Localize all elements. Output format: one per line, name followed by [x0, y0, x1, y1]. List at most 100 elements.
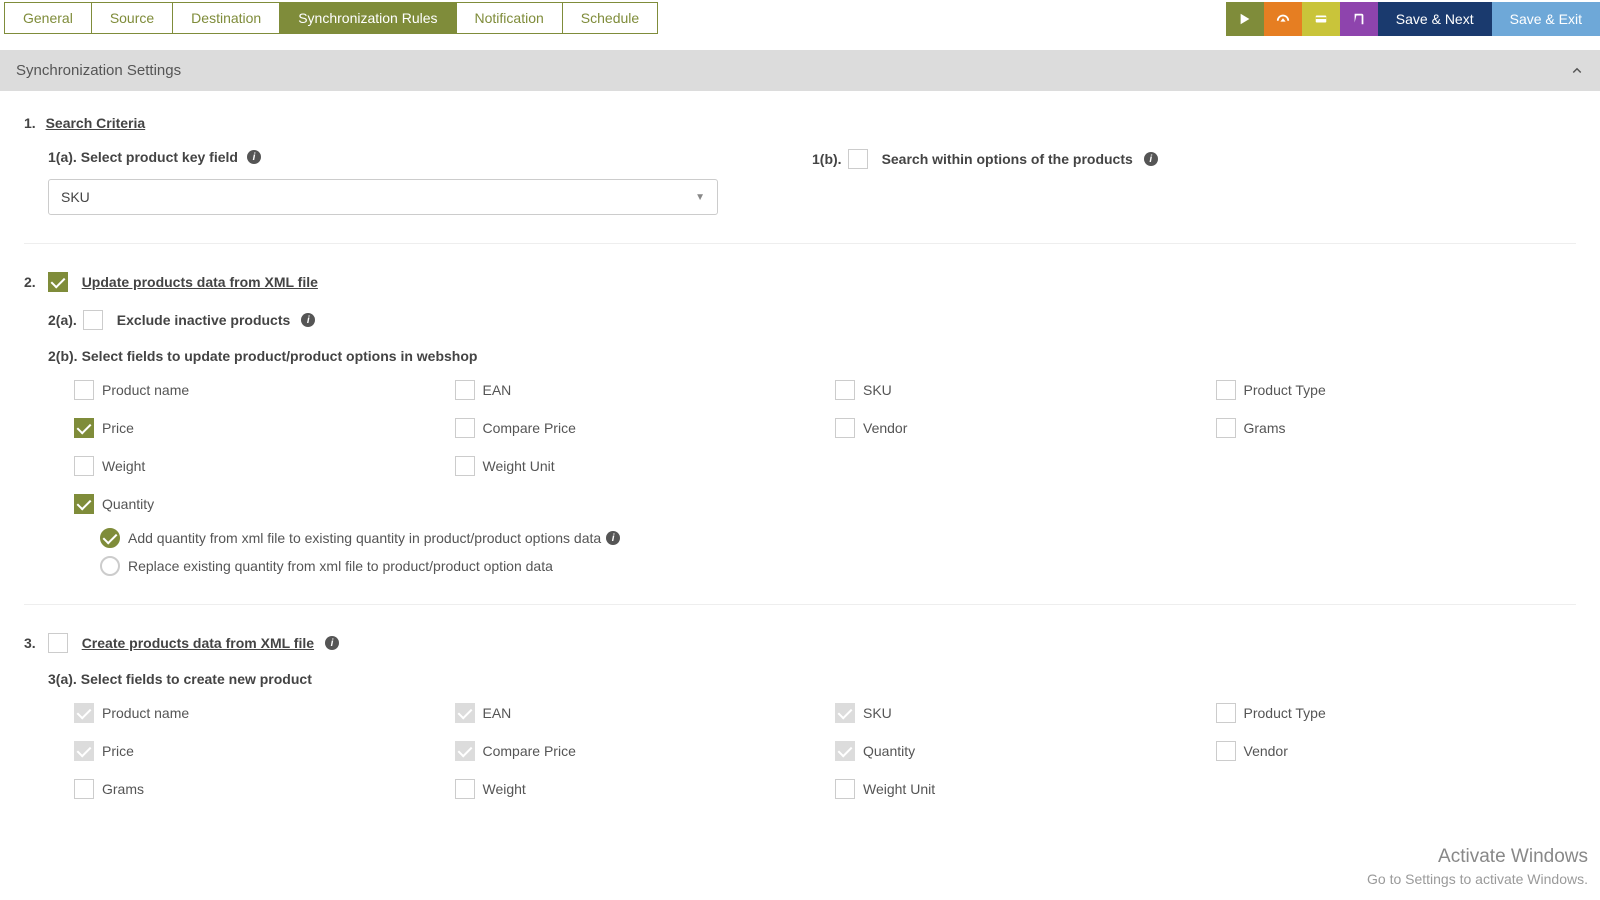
info-icon[interactable]: i — [1144, 152, 1158, 166]
topbar: General Source Destination Synchronizati… — [0, 0, 1600, 36]
play-button[interactable] — [1226, 2, 1264, 36]
lbl-sku: SKU — [863, 382, 892, 398]
chevron-up-icon[interactable] — [1570, 64, 1584, 78]
cb3-ean — [455, 703, 475, 723]
info-icon[interactable]: i — [247, 150, 261, 164]
cb3-weight[interactable] — [455, 779, 475, 799]
lbl-compare-price: Compare Price — [483, 420, 576, 436]
cb-weight-unit[interactable] — [455, 456, 475, 476]
cb3-product-name — [74, 703, 94, 723]
cb3-product-type[interactable] — [1216, 703, 1236, 723]
cb-quantity[interactable] — [74, 494, 94, 514]
sec1b-prefix: 1(b). — [812, 151, 842, 167]
exclude-inactive-checkbox[interactable] — [83, 310, 103, 330]
search-within-options-checkbox[interactable] — [848, 149, 868, 169]
create-products-checkbox[interactable] — [48, 633, 68, 653]
sec2b-prefix: 2(b). — [48, 348, 78, 364]
section-1a: 1(a). Select product key field i SKU ▼ — [48, 149, 812, 215]
radio-replace-label: Replace existing quantity from xml file … — [128, 558, 553, 574]
lbl3-weight-unit: Weight Unit — [863, 781, 935, 797]
watermark-title: Activate Windows — [1367, 844, 1588, 871]
section-1-title[interactable]: Search Criteria — [46, 115, 146, 131]
sec1a-label: Select product key field — [81, 149, 238, 165]
cb-compare-price[interactable] — [455, 418, 475, 438]
lbl-price: Price — [102, 420, 134, 436]
lbl-quantity: Quantity — [102, 496, 154, 512]
cb3-sku — [835, 703, 855, 723]
cb3-price — [74, 741, 94, 761]
section-2-heading: 2. Update products data from XML file — [24, 272, 1576, 292]
sec2a-label: Exclude inactive products — [117, 312, 291, 328]
lbl3-compare-price: Compare Price — [483, 743, 576, 759]
dashboard-button[interactable] — [1264, 2, 1302, 36]
info-icon[interactable]: i — [301, 313, 315, 327]
section-3a-fields: Product name EAN SKU Product Type Price … — [24, 703, 1576, 799]
lbl3-price: Price — [102, 743, 134, 759]
section-3-num: 3. — [24, 635, 36, 651]
lbl-grams: Grams — [1244, 420, 1286, 436]
save-next-button[interactable]: Save & Next — [1378, 2, 1492, 36]
sec3a-label: Select fields to create new product — [81, 671, 312, 687]
lbl-vendor: Vendor — [863, 420, 907, 436]
cb3-weight-unit[interactable] — [835, 779, 855, 799]
book-icon — [1352, 12, 1366, 26]
info-icon[interactable]: i — [606, 531, 620, 545]
lbl3-weight: Weight — [483, 781, 526, 797]
cb-price[interactable] — [74, 418, 94, 438]
sec3a-prefix: 3(a). — [48, 671, 77, 687]
quantity-radios: Add quantity from xml file to existing q… — [24, 528, 1576, 576]
watermark-sub: Go to Settings to activate Windows. — [1367, 870, 1588, 890]
tab-sync-rules[interactable]: Synchronization Rules — [279, 2, 456, 34]
section-2-num: 2. — [24, 274, 36, 290]
cb-grams[interactable] — [1216, 418, 1236, 438]
section-3-title[interactable]: Create products data from XML file — [82, 635, 314, 651]
lbl-weight: Weight — [102, 458, 145, 474]
cb3-grams[interactable] — [74, 779, 94, 799]
update-products-checkbox[interactable] — [48, 272, 68, 292]
section-2-title[interactable]: Update products data from XML file — [82, 274, 318, 290]
gauge-icon — [1276, 12, 1290, 26]
panel-title: Synchronization Settings — [16, 62, 181, 79]
info-icon[interactable]: i — [325, 636, 339, 650]
panel-header[interactable]: Synchronization Settings — [0, 50, 1600, 91]
section-3-heading: 3. Create products data from XML file i — [24, 633, 1576, 653]
card-icon — [1314, 12, 1328, 26]
lbl3-product-name: Product name — [102, 705, 189, 721]
tabs: General Source Destination Synchronizati… — [4, 2, 658, 34]
cb-product-type[interactable] — [1216, 380, 1236, 400]
card-button[interactable] — [1302, 2, 1340, 36]
radio-add-label: Add quantity from xml file to existing q… — [128, 530, 601, 546]
cb-sku[interactable] — [835, 380, 855, 400]
section-2b-fields: Product name EAN SKU Product Type Price … — [24, 380, 1576, 514]
lbl-weight-unit: Weight Unit — [483, 458, 555, 474]
save-exit-button[interactable]: Save & Exit — [1492, 2, 1600, 36]
tab-general[interactable]: General — [4, 2, 92, 34]
radio-replace-quantity[interactable] — [100, 556, 120, 576]
sec2a-prefix: 2(a). — [48, 312, 77, 328]
product-key-select[interactable]: SKU ▼ — [48, 179, 718, 215]
chevron-down-icon: ▼ — [695, 192, 705, 203]
lbl3-ean: EAN — [483, 705, 512, 721]
cb-product-name[interactable] — [74, 380, 94, 400]
section-2a: 2(a). Exclude inactive products i — [24, 310, 1576, 330]
section-1-heading: 1. Search Criteria — [24, 115, 1576, 131]
cb-weight[interactable] — [74, 456, 94, 476]
lbl3-grams: Grams — [102, 781, 144, 797]
radio-add-quantity[interactable] — [100, 528, 120, 548]
lbl-product-name: Product name — [102, 382, 189, 398]
lbl3-vendor: Vendor — [1244, 743, 1288, 759]
cb-vendor[interactable] — [835, 418, 855, 438]
action-buttons: Save & Next Save & Exit — [1226, 2, 1600, 36]
divider — [24, 243, 1576, 244]
tab-source[interactable]: Source — [91, 2, 173, 34]
sec1b-label: Search within options of the products — [882, 151, 1133, 167]
divider — [24, 604, 1576, 605]
tab-schedule[interactable]: Schedule — [562, 2, 658, 34]
cb3-quantity — [835, 741, 855, 761]
cb-ean[interactable] — [455, 380, 475, 400]
tab-notification[interactable]: Notification — [456, 2, 563, 34]
lbl3-product-type: Product Type — [1244, 705, 1326, 721]
tab-destination[interactable]: Destination — [172, 2, 280, 34]
cb3-vendor[interactable] — [1216, 741, 1236, 761]
book-button[interactable] — [1340, 2, 1378, 36]
